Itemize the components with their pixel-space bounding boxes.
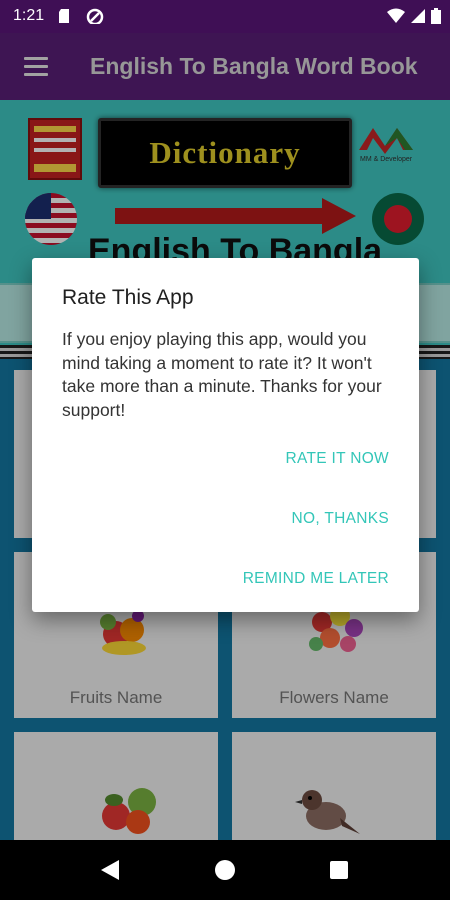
- remind-later-button[interactable]: REMIND ME LATER: [243, 570, 389, 588]
- dialog-title: Rate This App: [62, 286, 194, 309]
- back-icon[interactable]: [101, 860, 119, 880]
- recent-apps-icon[interactable]: [330, 861, 348, 879]
- sd-card-icon: [59, 9, 69, 23]
- dialog-message: If you enjoy playing this app, would you…: [62, 329, 382, 420]
- battery-icon: [431, 8, 441, 24]
- wifi-icon: [387, 8, 405, 23]
- rate-now-button[interactable]: RATE IT NOW: [286, 450, 389, 468]
- rate-app-dialog: Rate This App If you enjoy playing this …: [32, 258, 419, 612]
- navigation-bar: [0, 840, 450, 900]
- no-thanks-button[interactable]: NO, THANKS: [292, 510, 389, 528]
- data-saver-icon: [86, 8, 104, 24]
- home-icon[interactable]: [215, 860, 235, 880]
- status-time: 1:21: [13, 7, 45, 24]
- signal-icon: [411, 9, 425, 23]
- status-bar: 1:21: [0, 0, 450, 33]
